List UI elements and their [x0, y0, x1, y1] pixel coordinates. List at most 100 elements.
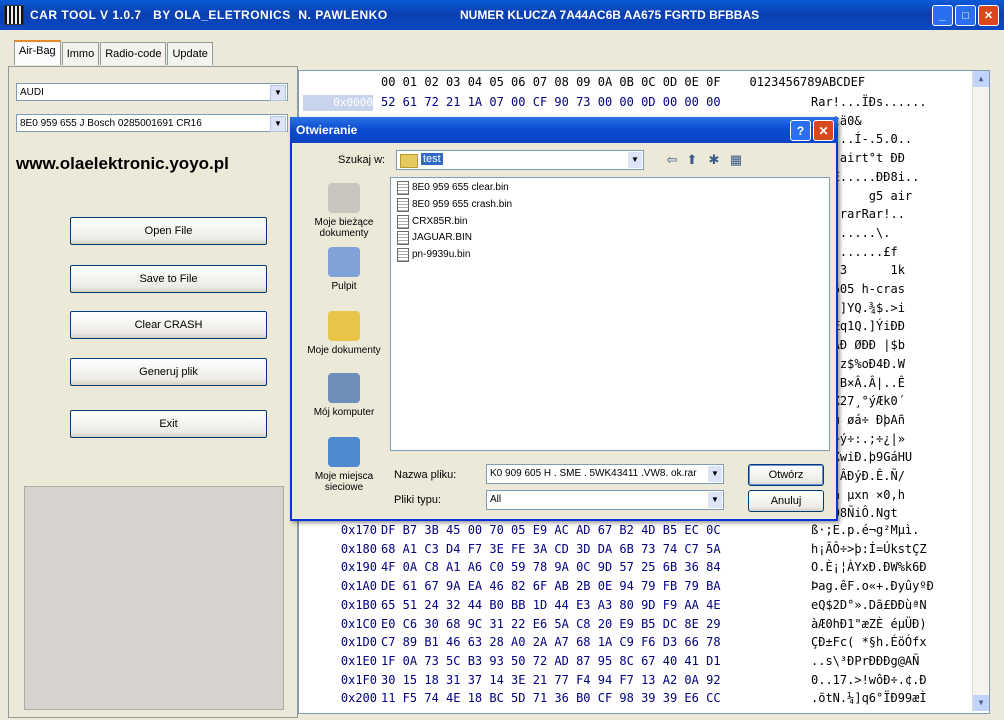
hex-ascii: Þag.êF.o«+.ÐyûyºÐ: [811, 579, 934, 594]
module-select[interactable]: 8E0 959 655 J Bosch 0285001691 CR16 ▼: [16, 114, 288, 132]
view-menu-icon[interactable]: ▦: [728, 152, 744, 168]
place-item[interactable]: Moje dokumenty: [302, 311, 386, 356]
back-icon[interactable]: ⇦: [664, 152, 680, 168]
look-in-value: test: [421, 153, 443, 165]
place-item[interactable]: Pulpit: [302, 247, 386, 292]
make-select[interactable]: AUDI ▼: [16, 83, 288, 101]
app-icon[interactable]: [4, 5, 24, 25]
file-name: 8E0 959 655 clear.bin: [412, 182, 509, 193]
place-item[interactable]: Moje bieżące dokumenty: [302, 183, 386, 239]
hex-offset: 0x1E0: [340, 653, 377, 668]
hex-bytes: 11 F5 74 4E 18 BC 5D 71 36 B0 CF 98 39 3…: [381, 691, 721, 706]
up-folder-icon[interactable]: ⬆: [684, 152, 700, 168]
scroll-down-icon[interactable]: ▼: [973, 695, 989, 711]
file-item[interactable]: pn-9939u.bin: [397, 247, 470, 263]
hex-bytes: DF B7 3B 45 00 70 05 E9 AC AD 67 B2 4D B…: [381, 523, 721, 537]
chevron-down-icon[interactable]: ▼: [628, 152, 642, 168]
generate-file-button[interactable]: Generuj plik: [70, 358, 267, 386]
make-select-value: AUDI: [20, 87, 44, 98]
file-item[interactable]: 8E0 959 655 crash.bin: [397, 197, 512, 213]
hex-bytes: 52 61 72 21 1A 07 00 CF 90 73 00 00 0D 0…: [381, 95, 721, 109]
ascii-column-header: 0123456789ABCDEF: [749, 75, 866, 89]
hex-bytes: 68 A1 C3 D4 F7 3E FE 3A CD 3D DA 6B 73 7…: [381, 541, 721, 556]
folder-icon: [400, 154, 418, 168]
tab-immo[interactable]: Immo: [61, 42, 100, 65]
hex-ascii: h¡ÃÔ÷>þ:Í=ÚkstÇZ: [811, 541, 927, 556]
place-label: Moje dokumenty: [307, 345, 381, 356]
first-offset: 0x0000: [303, 95, 373, 111]
website-link: www.olaelektronic.yoyo.pl: [16, 154, 229, 173]
hex-ascii: 0..17.>!wôÐ÷.¢.Ð: [811, 672, 927, 687]
hex-bytes: DE 61 67 9A EA 46 82 6F AB 2B 0E 94 79 F…: [381, 579, 721, 594]
file-name-value: K0 909 605 H . SME . 5WK43411 .VW8. ok.r…: [490, 468, 697, 479]
file-icon: [397, 181, 409, 195]
place-label: Pulpit: [331, 281, 357, 292]
hex-ascii: O.È¡¦ÀYxÐ.ÐW%k6Ð: [811, 560, 927, 575]
hex-offset: 0x170: [340, 523, 377, 537]
file-type-select[interactable]: All ▼: [486, 490, 724, 510]
vertical-scrollbar[interactable]: ▲ ▼: [972, 71, 989, 711]
clear-crash-button[interactable]: Clear CRASH: [70, 311, 267, 339]
hex-column-header: 00 01 02 03 04 05 06 07 08 09 0A 0B 0C 0…: [381, 75, 865, 89]
place-label: Mój komputer: [313, 407, 375, 418]
hex-ascii: àÆ0hÐ1"æZÈ éµÜÐ): [811, 616, 927, 631]
tab-air-bag[interactable]: Air-Bag: [14, 40, 61, 65]
file-item[interactable]: JAGUAR.BIN: [397, 230, 472, 246]
look-in-select[interactable]: test ▼: [396, 150, 644, 170]
hex-offset-header: 00 01 02 03 04 05 06 07 08 09 0A 0B 0C 0…: [381, 75, 721, 89]
help-button[interactable]: ?: [790, 120, 811, 141]
hex-offset: 0x180: [340, 541, 377, 556]
recent-documents-icon: [328, 183, 360, 213]
hex-offset: 0x200: [340, 691, 377, 706]
cancel-button[interactable]: Anuluj: [748, 490, 824, 512]
hex-offset: 0x1F0: [340, 672, 377, 687]
dialog-close-button[interactable]: ✕: [813, 120, 834, 141]
place-item[interactable]: Moje miejsca sieciowe: [302, 437, 386, 493]
my-computer-icon: [328, 373, 360, 403]
file-name: 8E0 959 655 crash.bin: [412, 198, 513, 210]
tab-radio-code[interactable]: Radio-code: [100, 42, 167, 65]
save-to-file-button[interactable]: Save to File: [70, 265, 267, 293]
place-label: Moje miejsca sieciowe: [314, 471, 374, 493]
file-name: CRX85R.bin: [412, 215, 468, 227]
open-button[interactable]: Otwórz: [748, 464, 824, 486]
key-number-title: NUMER KLUCZA 7A44AC6B AA675 FGRTD BFBBAS: [460, 8, 760, 22]
chevron-down-icon[interactable]: ▼: [270, 85, 286, 101]
hex-ascii: ..s\³ÐPr­ÐÐÐg@AÑ: [811, 653, 920, 668]
hex-bytes: C7 89 B1 46 63 28 A0 2A A7 68 1A C9 F6 D…: [381, 635, 721, 650]
file-name-input[interactable]: K0 909 605 H . SME . 5WK43411 .VW8. ok.r…: [486, 464, 724, 484]
minimize-button[interactable]: _: [932, 5, 953, 26]
preview-area: [24, 486, 284, 710]
hex-offset: 0x1C0: [340, 616, 377, 631]
file-item[interactable]: 8E0 959 655 clear.bin: [397, 180, 509, 196]
file-icon: [397, 248, 409, 263]
hex-ascii: .õtN.¼]q6°ÏÐ99æÌ: [811, 691, 927, 706]
new-folder-icon[interactable]: ✱: [706, 152, 722, 168]
file-name: JAGUAR.BIN: [412, 232, 473, 244]
chevron-down-icon[interactable]: ▼: [708, 492, 722, 508]
hex-ascii: ÇÐ±Fc( *§h.ÉöÓfx: [811, 635, 927, 650]
scroll-up-icon[interactable]: ▲: [973, 71, 989, 87]
hex-ascii: Rar!...ÏÐs......: [811, 95, 927, 109]
file-type-label: Pliki typu:: [394, 494, 442, 506]
hex-offset: 0x1B0: [340, 597, 377, 612]
exit-button[interactable]: Exit: [70, 410, 267, 438]
file-icon: [397, 214, 409, 229]
hex-bytes: 4F 0A C8 A1 A6 C0 59 78 9A 0C 9D 57 25 6…: [381, 560, 721, 575]
hex-bytes: 1F 0A 73 5C B3 93 50 72 AD 87 95 8C 67 4…: [381, 653, 721, 668]
close-window-button[interactable]: ✕: [978, 5, 999, 26]
file-list[interactable]: 8E0 959 655 clear.bin 8E0 959 655 crash.b…: [390, 177, 830, 451]
tab-update[interactable]: Update: [167, 42, 213, 65]
chevron-down-icon[interactable]: ▼: [270, 116, 286, 132]
file-item[interactable]: CRX85R.bin: [397, 214, 468, 230]
network-places-icon: [328, 437, 360, 467]
place-item[interactable]: Mój komputer: [302, 373, 386, 418]
dialog-title-bar: Otwieranie ? ✕: [290, 117, 838, 143]
hex-ascii: eQ$2D°».Dã£ÐÐùªN: [811, 597, 927, 612]
open-file-dialog: Otwieranie ? ✕ Szukaj w: test ▼ ⇦ ⬆ ✱ ▦ …: [290, 117, 838, 521]
place-label: Moje bieżące dokumenty: [314, 217, 374, 239]
maximize-button[interactable]: □: [955, 5, 976, 26]
open-file-button[interactable]: Open File: [70, 217, 267, 245]
chevron-down-icon[interactable]: ▼: [708, 466, 722, 482]
app-title: CAR TOOL V 1.0.7 BY OLA_ELETRONICS N. PA…: [30, 8, 388, 22]
